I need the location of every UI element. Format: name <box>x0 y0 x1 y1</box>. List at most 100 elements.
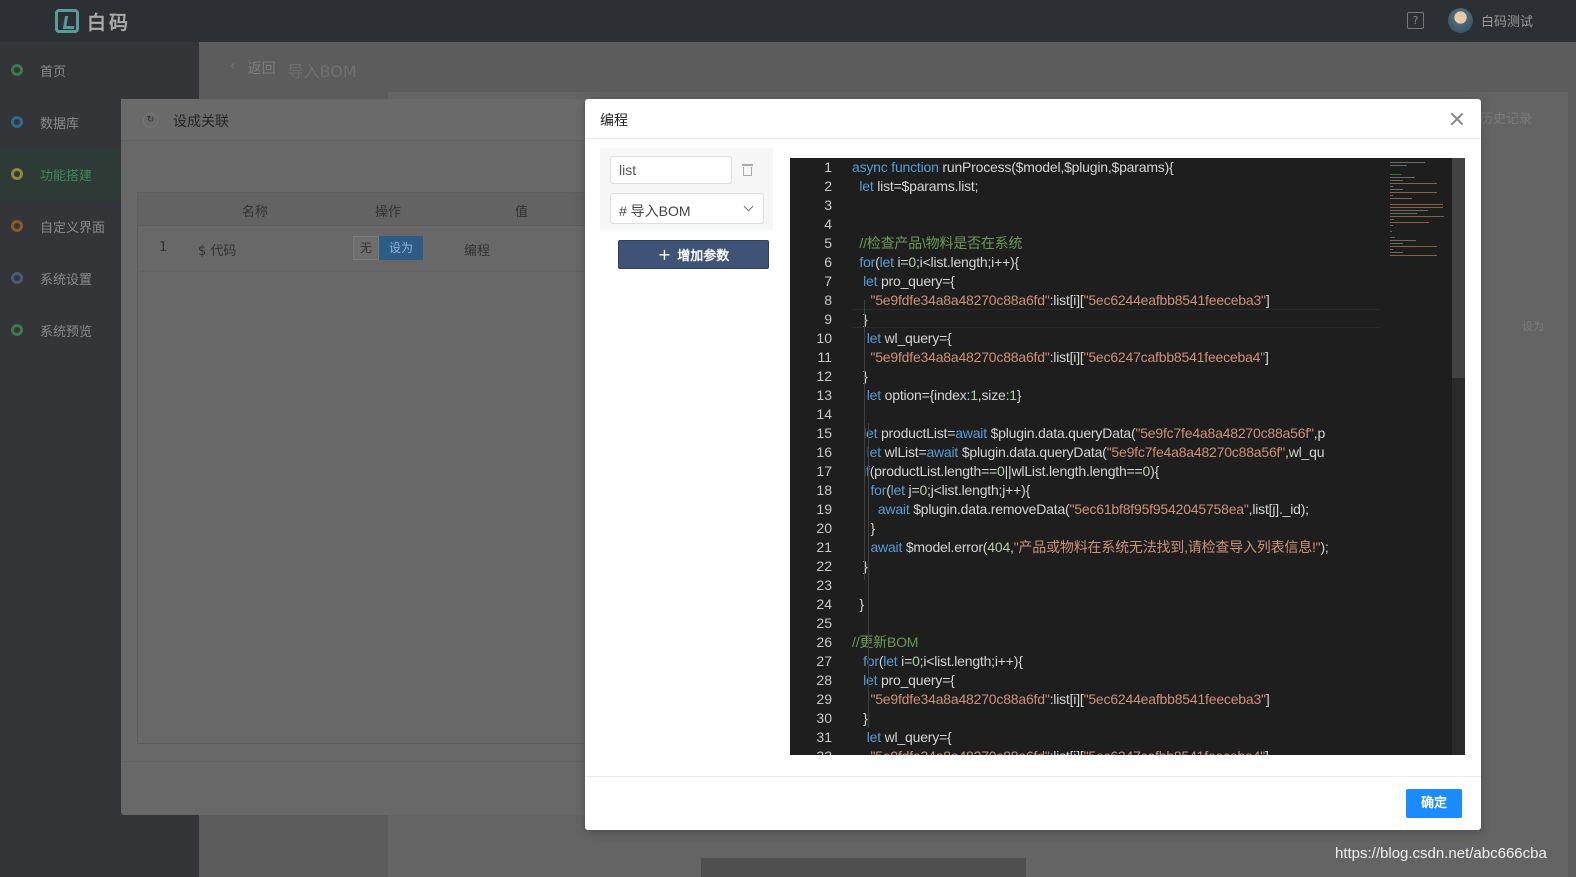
indent-guide <box>868 423 869 728</box>
nav-dot-icon <box>11 116 23 128</box>
nav-dot-icon <box>11 64 23 76</box>
row-value-link[interactable]: 编程 <box>464 240 490 259</box>
minimap-line <box>1390 240 1416 241</box>
minimap-line <box>1390 189 1403 190</box>
add-param-button[interactable]: + 增加参数 <box>618 240 769 269</box>
minimap-line <box>1390 177 1416 178</box>
code-line: } <box>852 596 864 612</box>
dialog-header: ↻ 设成关联 <box>121 99 641 141</box>
op-none-button[interactable]: 无 <box>353 236 379 260</box>
param-panel: # 导入BOM <box>600 148 773 230</box>
code-line: await $plugin.data.removeData("5ec61bf8f… <box>877 501 1309 517</box>
line-number: 20 <box>816 520 832 536</box>
param-name-input[interactable] <box>610 156 732 184</box>
line-number: 28 <box>816 672 832 688</box>
minimap-line <box>1390 246 1437 247</box>
nav-dot-icon <box>11 168 23 180</box>
param-select-value: # 导入BOM <box>619 203 691 219</box>
minimap-line <box>1390 222 1429 223</box>
col-op: 操作 <box>375 205 402 220</box>
row-index: 1 <box>159 240 168 255</box>
line-number: 6 <box>824 254 832 270</box>
code-area[interactable]: async function runProcess($model,$plugin… <box>852 158 1380 755</box>
row-name: $ 代码 <box>198 244 237 259</box>
logo[interactable]: 白码 <box>55 8 131 34</box>
sidebar-item-label: 系统预览 <box>40 324 93 340</box>
code-line: //更新BOM <box>852 634 919 650</box>
sidebar-item-label: 自定义界面 <box>40 220 106 236</box>
col-value: 值 <box>515 205 529 220</box>
refresh-icon[interactable]: ↻ <box>143 113 158 128</box>
line-number: 22 <box>816 558 832 574</box>
minimap-line <box>1390 210 1428 211</box>
editor-scrollbar[interactable] <box>1452 158 1465 755</box>
line-number: 11 <box>817 349 832 365</box>
table-header: 名称 操作 值 <box>138 193 606 226</box>
line-number: 21 <box>816 539 832 555</box>
confirm-button[interactable]: 确定 <box>1406 789 1462 818</box>
minimap-line <box>1390 198 1412 199</box>
param-source-select[interactable]: # 导入BOM <box>610 193 764 224</box>
page-title: 导入BOM <box>287 62 357 81</box>
line-number: 31 <box>816 729 832 745</box>
set-button-bg[interactable]: 设为 <box>1522 318 1544 334</box>
dialog-header: 编程 <box>585 99 1481 139</box>
minimap-line <box>1390 249 1393 250</box>
line-number: 23 <box>816 577 832 593</box>
back-link[interactable]: 返回 <box>248 58 276 82</box>
op-set-button[interactable]: 设为 <box>379 236 423 260</box>
line-number: 27 <box>816 653 832 669</box>
assoc-table: 名称 操作 值 1 $ 代码 无 设为 编程 <box>137 192 607 744</box>
code-line: } <box>852 558 868 574</box>
logo-icon <box>55 9 79 33</box>
app-root: 白码 ? 白码测试 首页 数据库 功能搭建 自定义界面 系统设置 系统预览 ‹ 返回 导入… <box>0 0 1576 877</box>
top-bar: 白码 ? 白码测试 <box>0 0 1576 42</box>
line-number: 1 <box>824 159 832 175</box>
history-tab[interactable]: 历史记录 <box>1480 108 1532 127</box>
minimap-line <box>1390 213 1418 214</box>
minimap-line <box>1390 162 1425 163</box>
code-line: } <box>852 710 868 726</box>
code-line: async function runProcess($model,$plugin… <box>852 159 1174 175</box>
trash-icon[interactable] <box>742 164 753 176</box>
code-line: let wl_query={ <box>866 729 952 745</box>
sidebar-item[interactable]: 首页 <box>0 44 199 96</box>
avatar <box>1448 8 1473 33</box>
col-name: 名称 <box>242 205 269 220</box>
sidebar-item-label: 首页 <box>40 64 67 80</box>
user-menu[interactable]: 白码测试 <box>1448 8 1533 33</box>
chevron-left-icon[interactable]: ‹ <box>230 58 236 82</box>
code-line: await $model.error(404,"产品或物料在系统无法找到,请检查… <box>870 539 1329 555</box>
line-number: 9 <box>824 311 832 327</box>
line-number: 32 <box>816 747 832 755</box>
code-line: "5e9fdfe34a8a48270c88a6fd":list[i]["5ec6… <box>870 292 1270 308</box>
dialog-title: 编程 <box>600 113 628 129</box>
scroll-thumb[interactable] <box>1452 158 1465 378</box>
table-row: 1 $ 代码 无 设为 编程 <box>138 226 606 272</box>
code-dialog: 编程 # 导入BOM +增加参数 12345678910111213141516… <box>585 99 1481 830</box>
minimap[interactable] <box>1380 158 1452 755</box>
help-icon[interactable]: ? <box>1407 12 1424 29</box>
sidebar-item-label: 系统设置 <box>40 272 93 288</box>
code-editor[interactable]: 1 2 3 4 5 6 7 8 9 10 11 12 13 14 15 16 17 18 19 20 21 22 23 24 2… <box>790 158 1465 755</box>
op-toggle: 无 设为 <box>353 236 423 260</box>
line-number: 3 <box>824 197 832 213</box>
sidebar-item-label: 数据库 <box>40 116 80 132</box>
user-name: 白码测试 <box>1481 15 1534 30</box>
dialog-footer-divider <box>121 761 641 762</box>
code-line: } <box>852 368 868 384</box>
line-number: 17 <box>816 463 832 479</box>
code-line: for(let i=0;i<list.length;i++){ <box>859 254 1019 270</box>
line-number: 29 <box>816 691 832 707</box>
chevron-down-icon <box>743 201 754 212</box>
line-number: 8 <box>824 292 832 308</box>
line-number: 15 <box>816 425 832 441</box>
add-param-label: 增加参数 <box>677 249 730 264</box>
nav-dot-icon <box>11 324 23 336</box>
minimap-line <box>1390 192 1437 193</box>
minimap-line <box>1390 252 1403 253</box>
close-icon[interactable] <box>1449 111 1465 127</box>
minimap-line <box>1390 204 1444 205</box>
minimap-line <box>1390 225 1393 226</box>
code-line: } <box>852 311 868 327</box>
